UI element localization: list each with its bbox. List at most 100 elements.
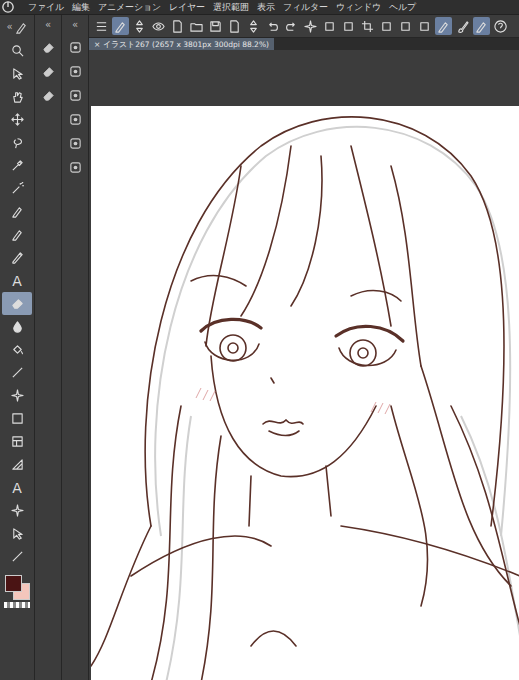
palette-button[interactable]: [65, 63, 85, 79]
tool-button[interactable]: [2, 200, 32, 223]
folder-icon: [190, 20, 203, 33]
pencil-icon: [11, 251, 24, 264]
transparent-color[interactable]: [4, 602, 30, 608]
command-button[interactable]: [93, 17, 110, 35]
tool-button[interactable]: [2, 131, 32, 154]
command-button[interactable]: [492, 17, 509, 35]
command-button[interactable]: [245, 17, 262, 35]
arrows-icon: [247, 20, 260, 33]
tool-button[interactable]: [2, 499, 32, 522]
square-icon: [323, 20, 336, 33]
main-color[interactable]: [5, 575, 22, 592]
command-button[interactable]: [473, 17, 490, 35]
tool-button[interactable]: [2, 384, 32, 407]
tool-button[interactable]: A: [2, 476, 32, 499]
command-button[interactable]: [188, 17, 205, 35]
palette-button[interactable]: [65, 87, 85, 103]
line-icon: [11, 550, 24, 563]
palette-button[interactable]: [65, 39, 85, 55]
palette-icon: [69, 161, 82, 174]
pen-icon: [114, 20, 127, 33]
square-icon: [418, 20, 431, 33]
tool-button[interactable]: [2, 338, 32, 361]
collapse-toggle[interactable]: «: [72, 19, 78, 31]
tool-button[interactable]: [2, 545, 32, 568]
command-button[interactable]: [435, 17, 452, 35]
tool-button[interactable]: [2, 62, 32, 85]
command-button[interactable]: [226, 17, 243, 35]
tool-button[interactable]: [2, 177, 32, 200]
eye-icon: [152, 20, 165, 33]
command-button[interactable]: [359, 17, 376, 35]
wand-icon: [11, 182, 24, 195]
tool-button[interactable]: [2, 154, 32, 177]
move-icon: [11, 113, 24, 126]
tool-button[interactable]: [2, 292, 32, 315]
tool-button[interactable]: [2, 453, 32, 476]
command-button[interactable]: [150, 17, 167, 35]
clip-studio-window: ファイル編集アニメーションレイヤー選択範囲表示フィルターウィンドウヘルプ « A A «…: [0, 0, 519, 680]
close-button[interactable]: ×: [94, 39, 100, 50]
canvas-tab[interactable]: ×イラスト267 (2657 x 3801px 300dpi 88.2%): [89, 38, 274, 50]
tool-button[interactable]: A: [2, 269, 32, 292]
menu-item[interactable]: アニメーション: [98, 1, 161, 14]
tool-button[interactable]: [2, 39, 32, 62]
tool-button[interactable]: [2, 315, 32, 338]
menu-bar: ファイル編集アニメーションレイヤー選択範囲表示フィルターウィンドウヘルプ: [0, 0, 519, 15]
menu-item[interactable]: ファイル: [28, 1, 64, 14]
command-button[interactable]: [264, 17, 281, 35]
command-button[interactable]: [112, 17, 129, 35]
menu-item[interactable]: 選択範囲: [213, 1, 249, 14]
tool-button[interactable]: [2, 246, 32, 269]
palette-button[interactable]: [65, 135, 85, 151]
command-button[interactable]: [378, 17, 395, 35]
menu-item[interactable]: フィルター: [283, 1, 328, 14]
pen-icon: [437, 20, 450, 33]
menu-icon: [95, 20, 108, 33]
tool-button[interactable]: [2, 522, 32, 545]
command-button[interactable]: [283, 17, 300, 35]
menu-item[interactable]: ウィンドウ: [336, 1, 381, 14]
command-bar: [89, 15, 519, 38]
tool-button[interactable]: [2, 361, 32, 384]
command-button[interactable]: [454, 17, 471, 35]
square-icon: [380, 20, 393, 33]
command-button[interactable]: [169, 17, 186, 35]
gradient-icon: [11, 412, 24, 425]
tool-button[interactable]: [2, 223, 32, 246]
eraser-icon: [42, 41, 55, 54]
tool-button[interactable]: [2, 430, 32, 453]
menu-item[interactable]: ヘルプ: [389, 1, 416, 14]
line-icon: [11, 366, 24, 379]
canvas-paper[interactable]: [91, 106, 519, 680]
command-button[interactable]: [416, 17, 433, 35]
command-button[interactable]: [302, 17, 319, 35]
clip-studio-logo-icon[interactable]: [2, 1, 14, 13]
tool-button[interactable]: [2, 407, 32, 430]
command-button[interactable]: [131, 17, 148, 35]
sub-tool[interactable]: [38, 39, 58, 55]
ruler-icon: [11, 458, 24, 471]
color-swatches: [4, 574, 30, 600]
palette-button[interactable]: [65, 159, 85, 175]
menu-item[interactable]: 表示: [257, 1, 275, 14]
sub-tool[interactable]: [38, 63, 58, 79]
collapse-toggle[interactable]: «: [6, 21, 12, 33]
palette-icon: [69, 41, 82, 54]
command-button[interactable]: [340, 17, 357, 35]
menu-item[interactable]: レイヤー: [169, 1, 205, 14]
crop-icon: [361, 20, 374, 33]
brush-icon[interactable]: [15, 21, 28, 34]
menu-item[interactable]: 編集: [72, 1, 90, 14]
save-icon: [209, 20, 222, 33]
palette-button[interactable]: [65, 111, 85, 127]
pen-icon: [11, 205, 24, 218]
tool-button[interactable]: [2, 108, 32, 131]
collapse-toggle[interactable]: «: [45, 19, 51, 31]
command-button[interactable]: [397, 17, 414, 35]
tool-button[interactable]: [2, 85, 32, 108]
command-button[interactable]: [321, 17, 338, 35]
command-button[interactable]: [207, 17, 224, 35]
sub-tool[interactable]: [38, 87, 58, 103]
eyedropper-icon: [11, 159, 24, 172]
